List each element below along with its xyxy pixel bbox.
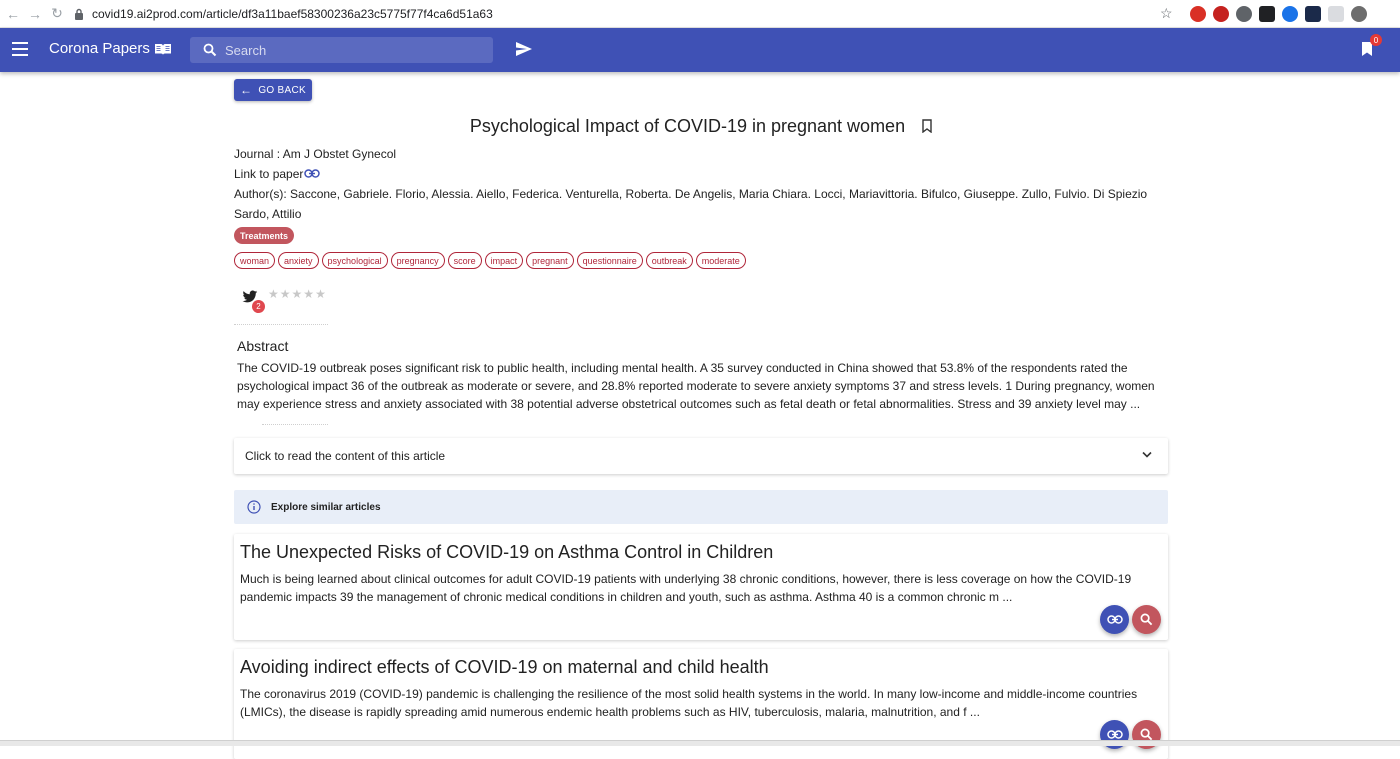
abstract-text: The COVID-19 outbreak poses significant … [237, 361, 1155, 411]
url-text: covid19.ai2prod.com/article/df3a11baef58… [92, 7, 493, 21]
go-back-label: GO BACK [258, 84, 306, 96]
category-chip[interactable]: Treatments [234, 227, 295, 244]
extension-icon[interactable] [1190, 6, 1206, 22]
book-icon [155, 44, 171, 55]
rating-star-icon[interactable]: ★ [280, 287, 291, 301]
article-title: Psychological Impact of COVID-19 in preg… [469, 116, 906, 136]
star-icon[interactable]: ☆ [1160, 5, 1176, 21]
similar-article-title[interactable]: The Unexpected Risks of COVID-19 on Asth… [240, 542, 773, 563]
search-input[interactable] [225, 42, 485, 58]
window-bottom-edge [0, 740, 1400, 746]
paper-link-row[interactable]: Link to paper [234, 164, 1168, 184]
journal-line: Journal : Am J Obstet Gynecol [234, 147, 397, 161]
keyword-chip[interactable]: impact [484, 252, 524, 269]
rating-star-icon[interactable]: ★ [315, 287, 326, 301]
star-rating[interactable]: ★ ★ ★ ★ ★ [268, 287, 326, 301]
similar-articles-banner: Explore similar articles [234, 490, 1168, 524]
keyword-chip[interactable]: moderate [695, 252, 746, 269]
divider [234, 324, 328, 325]
rating-star-icon[interactable]: ★ [303, 287, 314, 301]
keyword-chip[interactable]: questionnaire [576, 252, 643, 269]
app-title[interactable]: Corona Papers [49, 40, 150, 57]
similar-article-text: Much is being learned about clinical out… [240, 572, 1132, 604]
keyword-chip[interactable]: outbreak [645, 252, 693, 269]
send-icon[interactable] [515, 41, 533, 57]
keyword-chip[interactable]: pregnant [526, 252, 574, 269]
article-meta: Journal : Am J Obstet Gynecol Link to pa… [234, 144, 1168, 224]
extension-icon[interactable] [1328, 6, 1344, 22]
lock-icon [74, 8, 84, 20]
paper-link-label[interactable]: Link to paper [234, 167, 303, 181]
browser-back-icon[interactable]: ← [2, 3, 24, 25]
profile-avatar[interactable] [1351, 6, 1367, 22]
similar-article-title[interactable]: Avoiding indirect effects of COVID-19 on… [240, 657, 769, 678]
rating-star-icon[interactable]: ★ [292, 287, 303, 301]
search-icon [1140, 613, 1153, 626]
link-icon[interactable] [304, 169, 321, 178]
menu-icon[interactable] [12, 42, 28, 56]
go-back-button[interactable]: ← GO BACK [234, 79, 312, 101]
rating-star-icon[interactable]: ★ [268, 287, 279, 301]
extension-icon[interactable] [1213, 6, 1229, 22]
extension-icon[interactable] [1282, 6, 1298, 22]
extension-icon[interactable] [1259, 6, 1275, 22]
address-bar[interactable]: covid19.ai2prod.com/article/df3a11baef58… [74, 4, 1184, 24]
search-similar-button[interactable] [1132, 605, 1161, 634]
similar-article-text: The coronavirus 2019 (COVID-19) pandemic… [240, 687, 1138, 719]
similar-article-card: The Unexpected Risks of COVID-19 on Asth… [234, 534, 1168, 640]
keyword-chip[interactable]: psychological [321, 252, 388, 269]
link-icon [1106, 730, 1123, 739]
article-title-row: Psychological Impact of COVID-19 in preg… [234, 116, 1168, 137]
info-icon [247, 500, 261, 514]
back-arrow-icon: ← [240, 83, 253, 97]
bookmark-outline-icon[interactable] [922, 119, 932, 133]
extension-icon[interactable] [1305, 6, 1321, 22]
keyword-chip[interactable]: anxiety [278, 252, 319, 269]
app-header: Corona Papers 0 [0, 28, 1400, 72]
search-box[interactable] [190, 37, 493, 63]
extension-icon[interactable] [1236, 6, 1252, 22]
open-link-button[interactable] [1100, 605, 1129, 634]
browser-toolbar: ← → ↻ covid19.ai2prod.com/article/df3a11… [0, 0, 1400, 28]
keyword-chip[interactable]: woman [234, 252, 276, 269]
article-content-expander[interactable]: Click to read the content of this articl… [234, 438, 1168, 474]
expander-label: Click to read the content of this articl… [245, 449, 446, 463]
authors-line: Author(s): Saccone, Gabriele. Florio, Al… [234, 187, 1148, 221]
similar-articles-label: Explore similar articles [271, 501, 381, 513]
divider [262, 424, 328, 425]
bookmark-count-badge: 0 [1370, 34, 1382, 46]
search-icon [203, 43, 217, 57]
chevron-down-icon [1142, 451, 1152, 458]
browser-reload-icon[interactable]: ↻ [46, 3, 68, 25]
link-icon [1106, 615, 1123, 624]
extension-icons [1190, 6, 1367, 22]
keyword-chip[interactable]: pregnancy [390, 252, 445, 269]
keyword-chip[interactable]: score [447, 252, 482, 269]
tweet-count-badge: 2 [252, 300, 265, 313]
browser-forward-icon[interactable]: → [24, 3, 46, 25]
abstract-heading: Abstract [237, 338, 289, 354]
keyword-list: woman anxiety psychological pregnancy sc… [234, 252, 746, 269]
